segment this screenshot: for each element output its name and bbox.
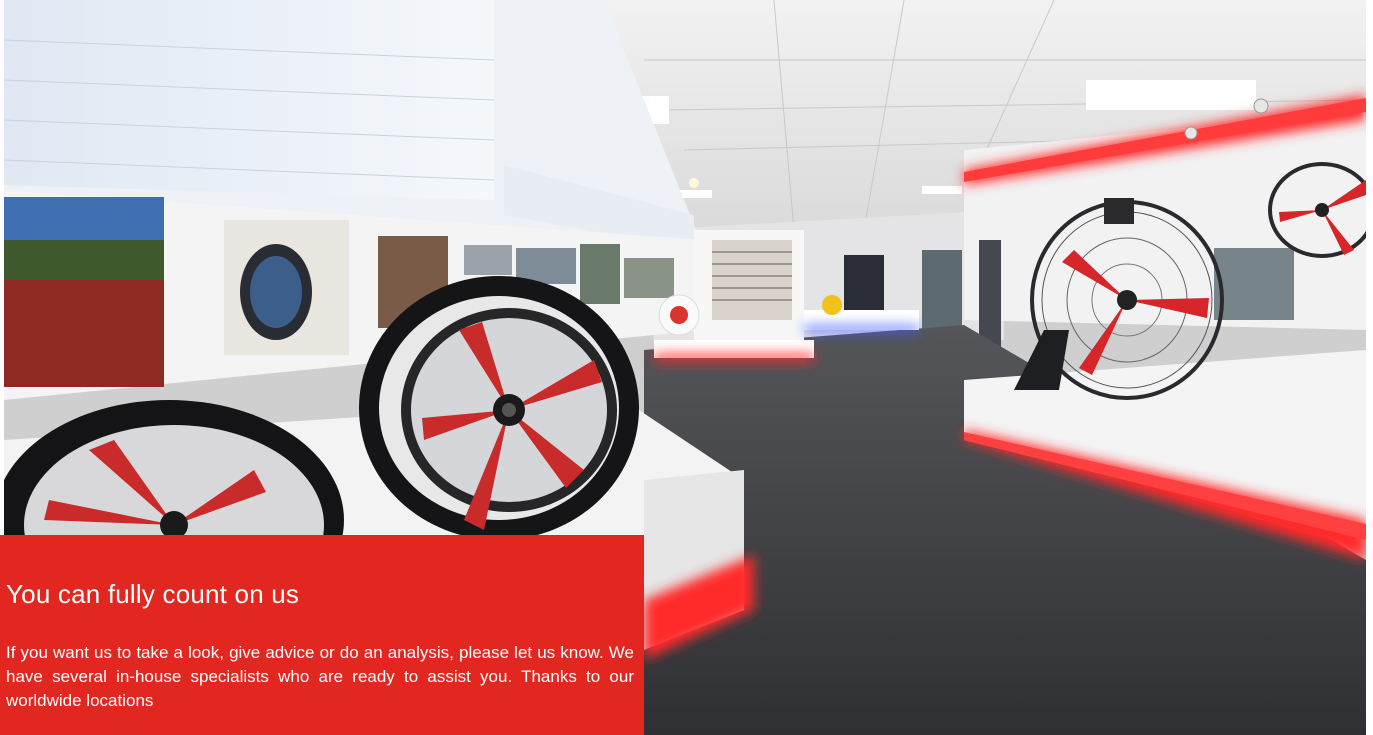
card-title: You can fully count on us xyxy=(6,579,300,609)
card-body-text: If you want us to take a look, give advi… xyxy=(6,643,634,710)
info-card: You can fully count on us If you want us… xyxy=(0,535,644,735)
